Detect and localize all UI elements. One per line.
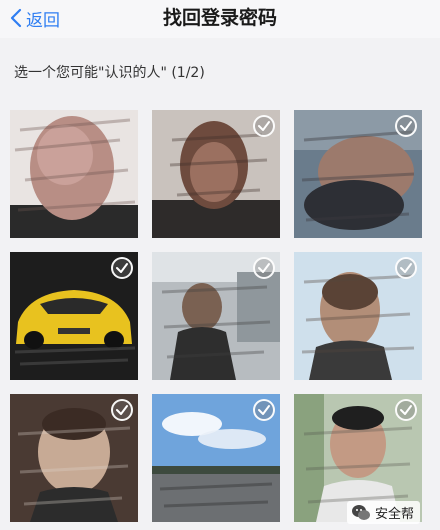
- selected-check-icon: [253, 115, 275, 137]
- photo-option[interactable]: [152, 110, 280, 238]
- selected-check-icon: [253, 257, 275, 279]
- selected-check-icon: [395, 115, 417, 137]
- photo-option[interactable]: [152, 252, 280, 380]
- selected-check-icon: [111, 257, 133, 279]
- watermark: 安全帮: [346, 501, 420, 524]
- selected-check-icon: [395, 257, 417, 279]
- selected-check-icon: [395, 399, 417, 421]
- photo-option[interactable]: [10, 252, 138, 380]
- blurred-face-photo: [10, 110, 138, 238]
- photo-option[interactable]: [10, 110, 138, 238]
- selected-check-icon: [253, 399, 275, 421]
- photo-option[interactable]: [294, 252, 422, 380]
- photo-option[interactable]: [152, 394, 280, 522]
- selected-check-icon: [111, 399, 133, 421]
- photo-option[interactable]: [294, 110, 422, 238]
- watermark-text: 安全帮: [374, 507, 414, 522]
- photo-option[interactable]: [10, 394, 138, 522]
- prompt-text: 选一个您可能"认识的人" (1/2): [14, 65, 205, 81]
- photo-grid: 安全帮: [10, 110, 430, 530]
- page-title: 找回登录密码: [162, 7, 277, 29]
- nav-bar: 返回 找回登录密码: [0, 0, 440, 38]
- wechat-logo-icon: [351, 504, 370, 520]
